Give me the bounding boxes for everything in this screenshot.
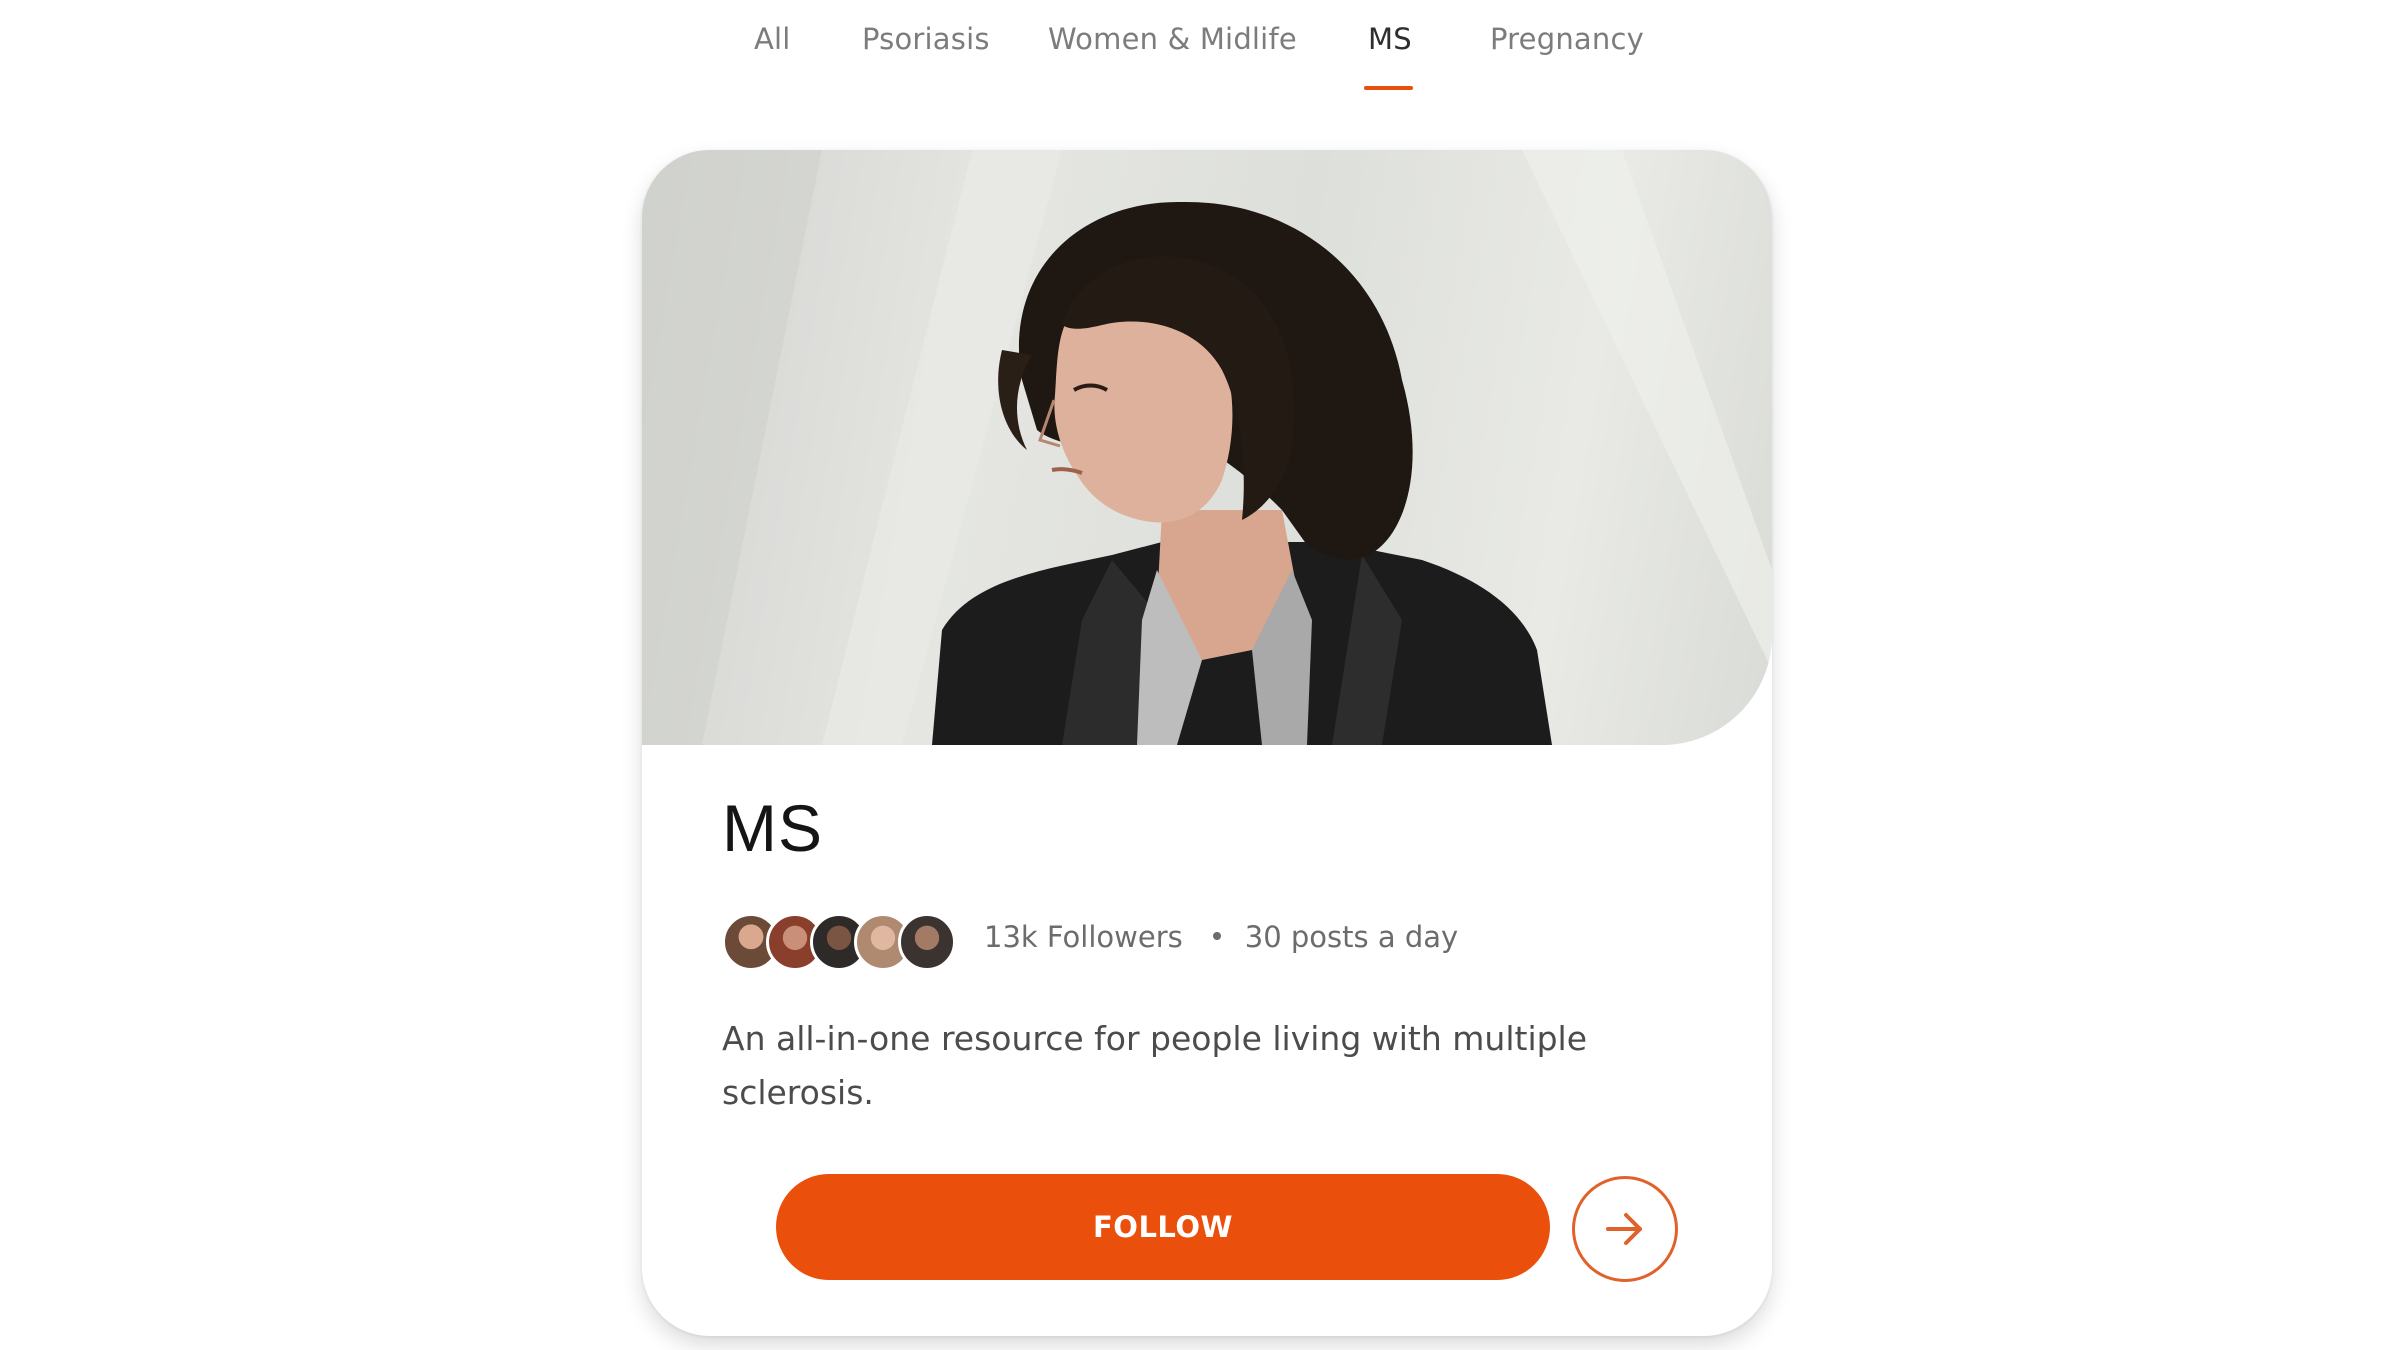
active-tab-indicator [1364, 86, 1413, 90]
tab-psoriasis[interactable]: Psoriasis [862, 22, 990, 68]
tab-all[interactable]: All [754, 22, 791, 68]
hero-image [642, 150, 1772, 745]
community-card: MS 13k Followers 30 posts a day An all-in… [642, 150, 1772, 1336]
tab-pregnancy[interactable]: Pregnancy [1490, 22, 1644, 68]
category-tabs: All Psoriasis Women & Midlife MS Pregnan… [0, 0, 2400, 100]
card-title: MS [722, 791, 823, 865]
community-description: An all-in-one resource for people living… [722, 1019, 1588, 1112]
avatar [898, 913, 956, 971]
arrow-right-icon [1606, 1213, 1642, 1245]
posts-per-day: 30 posts a day [1244, 920, 1459, 954]
community-stats: 13k Followers 30 posts a day [984, 920, 1458, 964]
followers-count: 13k Followers [984, 920, 1183, 954]
follower-avatars [722, 913, 962, 971]
separator-dot [1212, 932, 1221, 940]
hero-photo-illustration [642, 150, 1772, 745]
open-community-button[interactable] [1572, 1176, 1678, 1282]
follow-button[interactable]: FOLLOW [776, 1174, 1550, 1280]
tab-women-midlife[interactable]: Women & Midlife [1048, 22, 1297, 68]
tab-ms[interactable]: MS [1368, 22, 1412, 68]
